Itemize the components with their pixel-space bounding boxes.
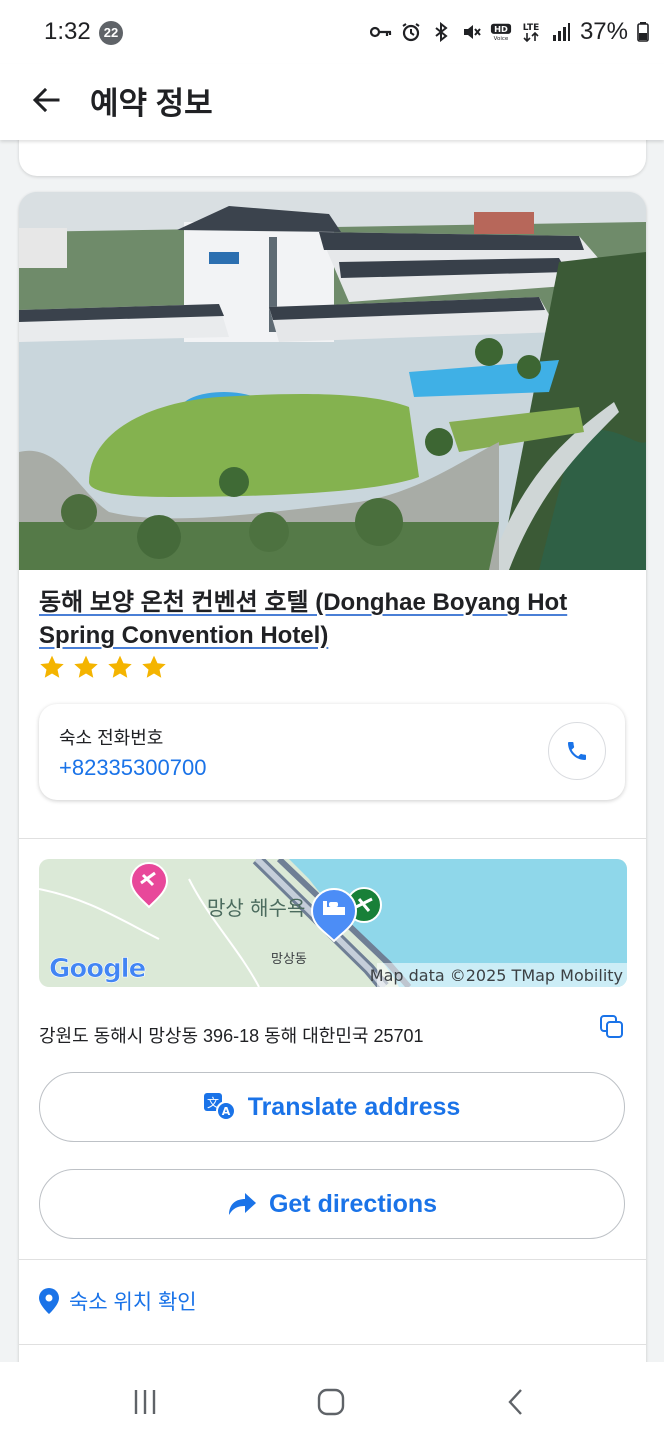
map-preview[interactable]: 망상 해수욕 망상동 Google Map data ©2025 TMap Mo…: [39, 859, 627, 987]
divider: [19, 838, 646, 839]
view-location-label: 숙소 위치 확인: [69, 1291, 197, 1314]
hotel-star-rating: [39, 654, 167, 680]
battery-percent: 37%: [579, 18, 628, 45]
map-attribution: Map data ©2025 TMap Mobility: [370, 966, 623, 985]
page-title: 예약 정보: [90, 86, 213, 121]
svg-text:Voice: Voice: [494, 36, 509, 42]
svg-text:LTE: LTE: [523, 23, 540, 33]
directions-arrow-icon: [228, 1193, 256, 1215]
system-back-button[interactable]: [493, 1378, 541, 1426]
star-icon: [108, 655, 132, 678]
bluetooth-icon: [430, 21, 452, 43]
system-nav-bar: [0, 1362, 664, 1440]
address-text: 강원도 동해시 망상동 396-18 동해 대한민국 25701: [39, 1026, 424, 1046]
hotel-card: 동해 보양 온천 컨벤션 호텔 (Donghae Boyang Hot Spri…: [19, 192, 646, 1362]
phone-label: 숙소 전화번호: [59, 728, 164, 748]
battery-icon: [636, 21, 650, 43]
call-button[interactable]: [548, 722, 606, 780]
get-directions-button[interactable]: Get directions: [39, 1169, 625, 1239]
location-pin-icon: [39, 1288, 59, 1314]
back-button[interactable]: [22, 76, 70, 124]
map-image: 망상 해수욕 망상동 Google Map data ©2025 TMap Mo…: [39, 859, 627, 987]
recent-apps-icon: [134, 1390, 156, 1414]
chevron-left-icon: [508, 1389, 522, 1415]
notification-count-badge: 22: [99, 21, 123, 45]
hotel-photo[interactable]: [19, 192, 646, 570]
phone-card: 숙소 전화번호 +82335300700: [39, 704, 625, 800]
copy-address-button[interactable]: [599, 1014, 627, 1042]
hd-voice-icon: HD Voice: [490, 21, 512, 43]
recent-apps-button[interactable]: [121, 1378, 169, 1426]
svg-text:HD: HD: [494, 24, 508, 34]
star-icon: [40, 655, 64, 678]
get-directions-label: Get directions: [268, 1189, 438, 1218]
phone-icon: [568, 742, 586, 760]
map-district-label: 망상동: [271, 952, 307, 967]
scroll-content[interactable]: 동해 보양 온천 컨벤션 호텔 (Donghae Boyang Hot Spri…: [0, 140, 664, 1362]
previous-card: [19, 140, 646, 176]
mute-icon: [460, 21, 482, 43]
copy-icon: [600, 1015, 623, 1038]
status-time: 1:32: [44, 18, 91, 45]
alarm-icon: [400, 21, 422, 43]
app-bar: 예약 정보: [0, 64, 664, 140]
signal-icon: [550, 21, 572, 43]
divider: [19, 1344, 646, 1345]
status-bar: 1:32 22 HD Voice LTE 37%: [0, 0, 664, 64]
translate-address-label: Translate address: [247, 1092, 461, 1121]
google-logo: Google: [49, 954, 146, 984]
star-icon: [142, 655, 166, 678]
divider: [19, 1259, 646, 1260]
phone-number-link[interactable]: +82335300700: [59, 755, 206, 781]
translate-icon: 文 A: [203, 1093, 236, 1121]
home-icon: [317, 1388, 345, 1416]
status-icons: HD Voice LTE 37%: [369, 18, 650, 46]
lte-icon: LTE: [520, 21, 542, 43]
star-icon: [74, 655, 98, 678]
arrow-back-icon: [32, 87, 60, 113]
map-place-label: 망상 해수욕: [207, 896, 305, 920]
svg-text:A: A: [221, 1105, 230, 1118]
view-location-link[interactable]: 숙소 위치 확인: [39, 1286, 197, 1316]
hotel-name-link[interactable]: 동해 보양 온천 컨벤션 호텔 (Donghae Boyang Hot Spri…: [39, 586, 629, 652]
key-icon: [369, 21, 392, 43]
home-button[interactable]: [307, 1378, 355, 1426]
translate-address-button[interactable]: 文 A Translate address: [39, 1072, 625, 1142]
